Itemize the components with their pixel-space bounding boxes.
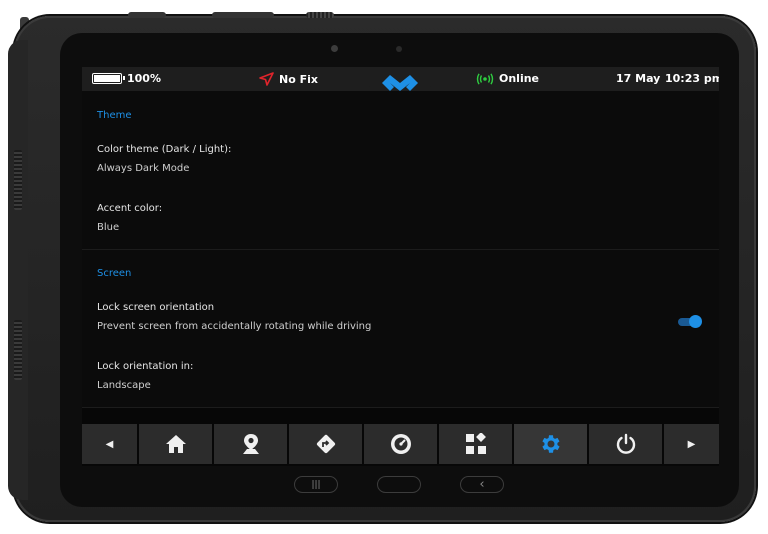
- date-label: 17 May: [616, 72, 661, 85]
- nav-map-button[interactable]: [214, 424, 287, 464]
- directions-icon: [316, 434, 335, 454]
- app-screen: 100% No Fix Online 17 May 10:23 pm Theme…: [82, 67, 719, 466]
- nav-dashboard-button[interactable]: [364, 424, 437, 464]
- nav-next-button[interactable]: ▶: [664, 424, 719, 464]
- toggle-knob: [689, 315, 702, 328]
- bottom-nav-bar: ◀ ▶: [82, 424, 719, 466]
- battery-icon: [92, 73, 125, 84]
- accent-color-value[interactable]: Blue: [97, 222, 119, 233]
- accent-color-label: Accent color:: [97, 203, 163, 214]
- widgets-icon: [465, 433, 486, 454]
- nav-directions-button[interactable]: [289, 424, 362, 464]
- back-icon: ‹: [479, 477, 485, 492]
- hardware-button[interactable]: [128, 12, 166, 18]
- speedometer-icon: [390, 434, 411, 454]
- online-broadcast-icon: [476, 72, 494, 85]
- nav-widgets-button[interactable]: [439, 424, 512, 464]
- home-key[interactable]: [377, 476, 421, 493]
- right-arrow-icon: ▶: [687, 438, 696, 450]
- lock-orientation-description: Prevent screen from accidentally rotatin…: [97, 321, 372, 332]
- back-key[interactable]: ‹: [460, 476, 504, 493]
- date-display: 17 May: [616, 72, 660, 85]
- nav-prev-button[interactable]: ◀: [82, 424, 137, 464]
- section-title-screen: Screen: [97, 268, 132, 279]
- left-arrow-icon: ◀: [105, 438, 114, 450]
- nav-power-button[interactable]: [589, 424, 662, 464]
- battery-status: 100%: [92, 72, 161, 85]
- recents-icon: |||: [311, 479, 321, 490]
- side-grip-upper: [14, 150, 22, 210]
- side-bumper: [8, 40, 28, 500]
- hardware-vent: [306, 12, 334, 18]
- battery-fill: [94, 75, 120, 82]
- gps-status: No Fix: [259, 72, 318, 86]
- lock-orientation-in-label: Lock orientation in:: [97, 361, 194, 372]
- gps-arrow-icon: [259, 72, 274, 86]
- gps-label: No Fix: [279, 72, 318, 86]
- lock-orientation-in-value[interactable]: Landscape: [97, 380, 151, 391]
- home-icon: [165, 435, 186, 453]
- online-label: Online: [499, 72, 540, 85]
- front-camera: [396, 46, 402, 52]
- lock-orientation-toggle[interactable]: [678, 315, 702, 328]
- time-display: 10:23 pm: [665, 72, 719, 85]
- lock-orientation-label: Lock screen orientation: [97, 302, 215, 313]
- nav-home-button[interactable]: [139, 424, 212, 464]
- connection-status: Online: [476, 72, 539, 85]
- side-grip-lower: [14, 320, 22, 380]
- hardware-button[interactable]: [212, 12, 274, 18]
- battery-percent: 100%: [127, 72, 161, 85]
- time-label: 10:23 pm: [665, 72, 719, 85]
- color-theme-label: Color theme (Dark / Light):: [97, 144, 232, 155]
- power-icon: [616, 433, 635, 454]
- section-divider: [82, 249, 719, 250]
- gear-icon: [541, 435, 560, 453]
- section-divider: [82, 407, 719, 408]
- section-title-theme: Theme: [97, 110, 132, 121]
- color-theme-value[interactable]: Always Dark Mode: [97, 163, 189, 174]
- nav-settings-button[interactable]: [514, 424, 587, 464]
- camera-sensor: [331, 45, 338, 52]
- recents-key[interactable]: |||: [294, 476, 338, 493]
- settings-content: Theme Color theme (Dark / Light): Always…: [82, 91, 719, 408]
- map-pin-icon: [242, 434, 259, 454]
